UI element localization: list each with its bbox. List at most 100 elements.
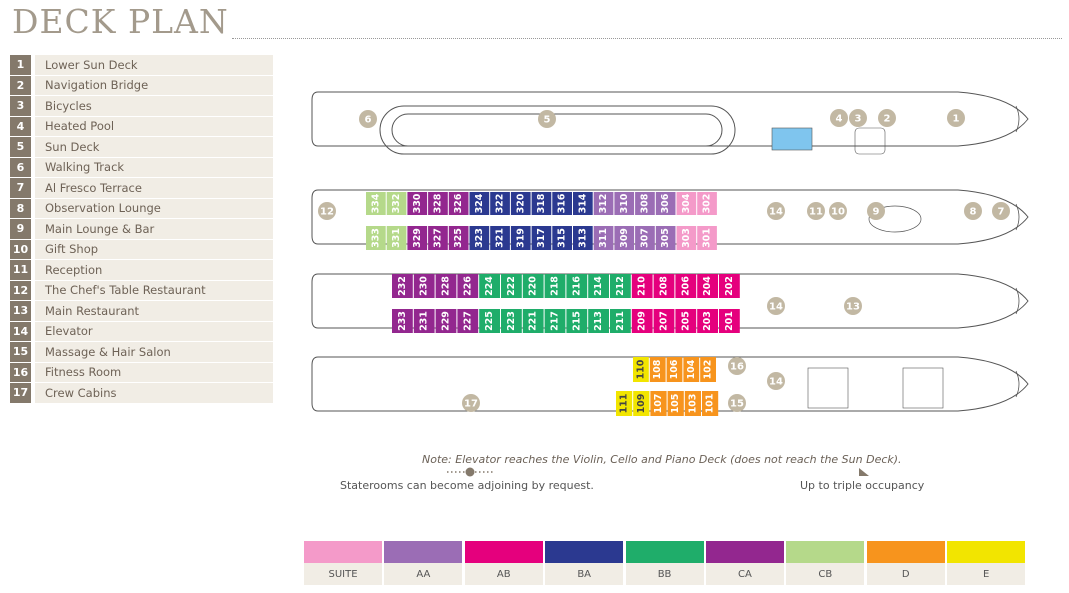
cabin-number: 331 [391,228,402,248]
category-swatch [866,541,945,563]
cabin-number: 231 [419,311,430,331]
location-marker: 14 [767,372,785,390]
cabin-number: 334 [370,193,381,213]
category-swatch [545,541,624,563]
cabin-number: 306 [660,193,671,213]
cabin-number: 223 [506,311,517,331]
cabin-number: 217 [550,311,561,331]
adjoining-icon [465,467,475,477]
cabin-number: 319 [515,228,526,248]
cabin-number: 218 [550,276,561,296]
location-marker: 14 [767,202,785,220]
category-ba: BA [545,541,624,585]
location-marker: 9 [867,202,885,220]
location-marker: 17 [462,394,480,412]
cabin-number: 324 [474,193,485,213]
category-swatch [705,541,784,563]
cabin-number: 206 [680,276,691,296]
cabin-number: 233 [397,311,408,331]
cabin-number: 304 [681,193,692,213]
marker-number: 14 [769,377,783,388]
cabin-number: 220 [528,276,539,296]
marker-number: 10 [831,207,845,218]
marker-number: 13 [846,302,860,313]
category-bb: BB [625,541,704,585]
cabin-number: 106 [669,359,680,379]
category-label: AB [464,563,543,585]
cabin-number: 203 [702,311,713,331]
category-e: E [947,541,1026,585]
cabin-number: 207 [659,311,670,331]
category-swatch [384,541,463,563]
location-marker: 10 [829,202,847,220]
location-marker: 7 [992,202,1010,220]
cabin-number: 323 [474,228,485,248]
cabin-number: 228 [441,276,452,296]
category-label: CA [705,563,784,585]
category-cb: CB [786,541,865,585]
category-label: D [866,563,945,585]
cabin-number: 317 [536,228,547,248]
cabin-number: 308 [639,193,650,213]
category-label: E [947,563,1026,585]
category-swatch [304,541,382,563]
location-marker: 1 [947,109,965,127]
category-ca: CA [705,541,784,585]
location-marker: 2 [878,109,896,127]
cabin-number: 204 [702,276,713,296]
marker-number: 6 [365,115,372,126]
cabin-number: 109 [636,394,647,414]
category-swatch [625,541,704,563]
cabin-number: 313 [577,228,588,248]
cabin-number: 110 [635,359,646,379]
location-marker: 16 [728,357,746,375]
category-swatch [786,541,865,563]
location-marker: 8 [964,202,982,220]
cabin-number: 230 [419,276,430,296]
cabin-number: 310 [619,193,630,213]
cabin-number: 108 [652,359,663,379]
marker-number: 12 [320,207,334,218]
cabin-number: 303 [681,228,692,248]
cabin-number: 328 [432,193,443,213]
category-label: CB [786,563,865,585]
category-suite: SUITE [304,541,382,585]
cabin-number: 216 [571,276,582,296]
cabin-number: 318 [536,193,547,213]
marker-number: 2 [884,114,891,125]
heated-pool [771,127,813,151]
category-label: AA [384,563,463,585]
cabin-number: 205 [680,311,691,331]
marker-number: 8 [970,207,977,218]
cabin-number: 305 [660,228,671,248]
cabin-number: 232 [397,276,408,296]
marker-number: 7 [998,207,1005,218]
cabin-number: 301 [702,228,713,248]
cabin-number: 315 [557,228,568,248]
cabin-number: 314 [577,193,588,213]
marker-number: 15 [730,399,744,410]
location-marker: 6 [359,110,377,128]
cabin-number: 326 [453,193,464,213]
marker-number: 17 [464,399,478,410]
triple-occupancy-legend-label: Up to triple occupancy [800,479,925,492]
cabin-number: 226 [462,276,473,296]
cabin-number: 102 [703,360,714,380]
cabin-number: 322 [495,194,506,214]
cabin-number: 225 [484,311,495,331]
marker-number: 4 [836,114,843,125]
cabin-number: 107 [653,394,664,414]
category-d: D [866,541,945,585]
adjoining-legend-label: Staterooms can become adjoining by reque… [340,479,594,492]
cabin-number: 111 [619,394,630,414]
cabin-number: 307 [639,228,650,248]
cabin-number: 332 [391,194,402,214]
cabin-number: 229 [441,311,452,331]
cabin-number: 321 [495,228,506,248]
cabin-number: 311 [598,228,609,248]
cabin-number: 302 [702,194,713,214]
category-legend: SUITE AA AB BA BB CA CB D E [304,541,1028,585]
location-marker: 11 [807,202,825,220]
category-aa: AA [384,541,463,585]
triple-occupancy-icon [859,468,869,476]
